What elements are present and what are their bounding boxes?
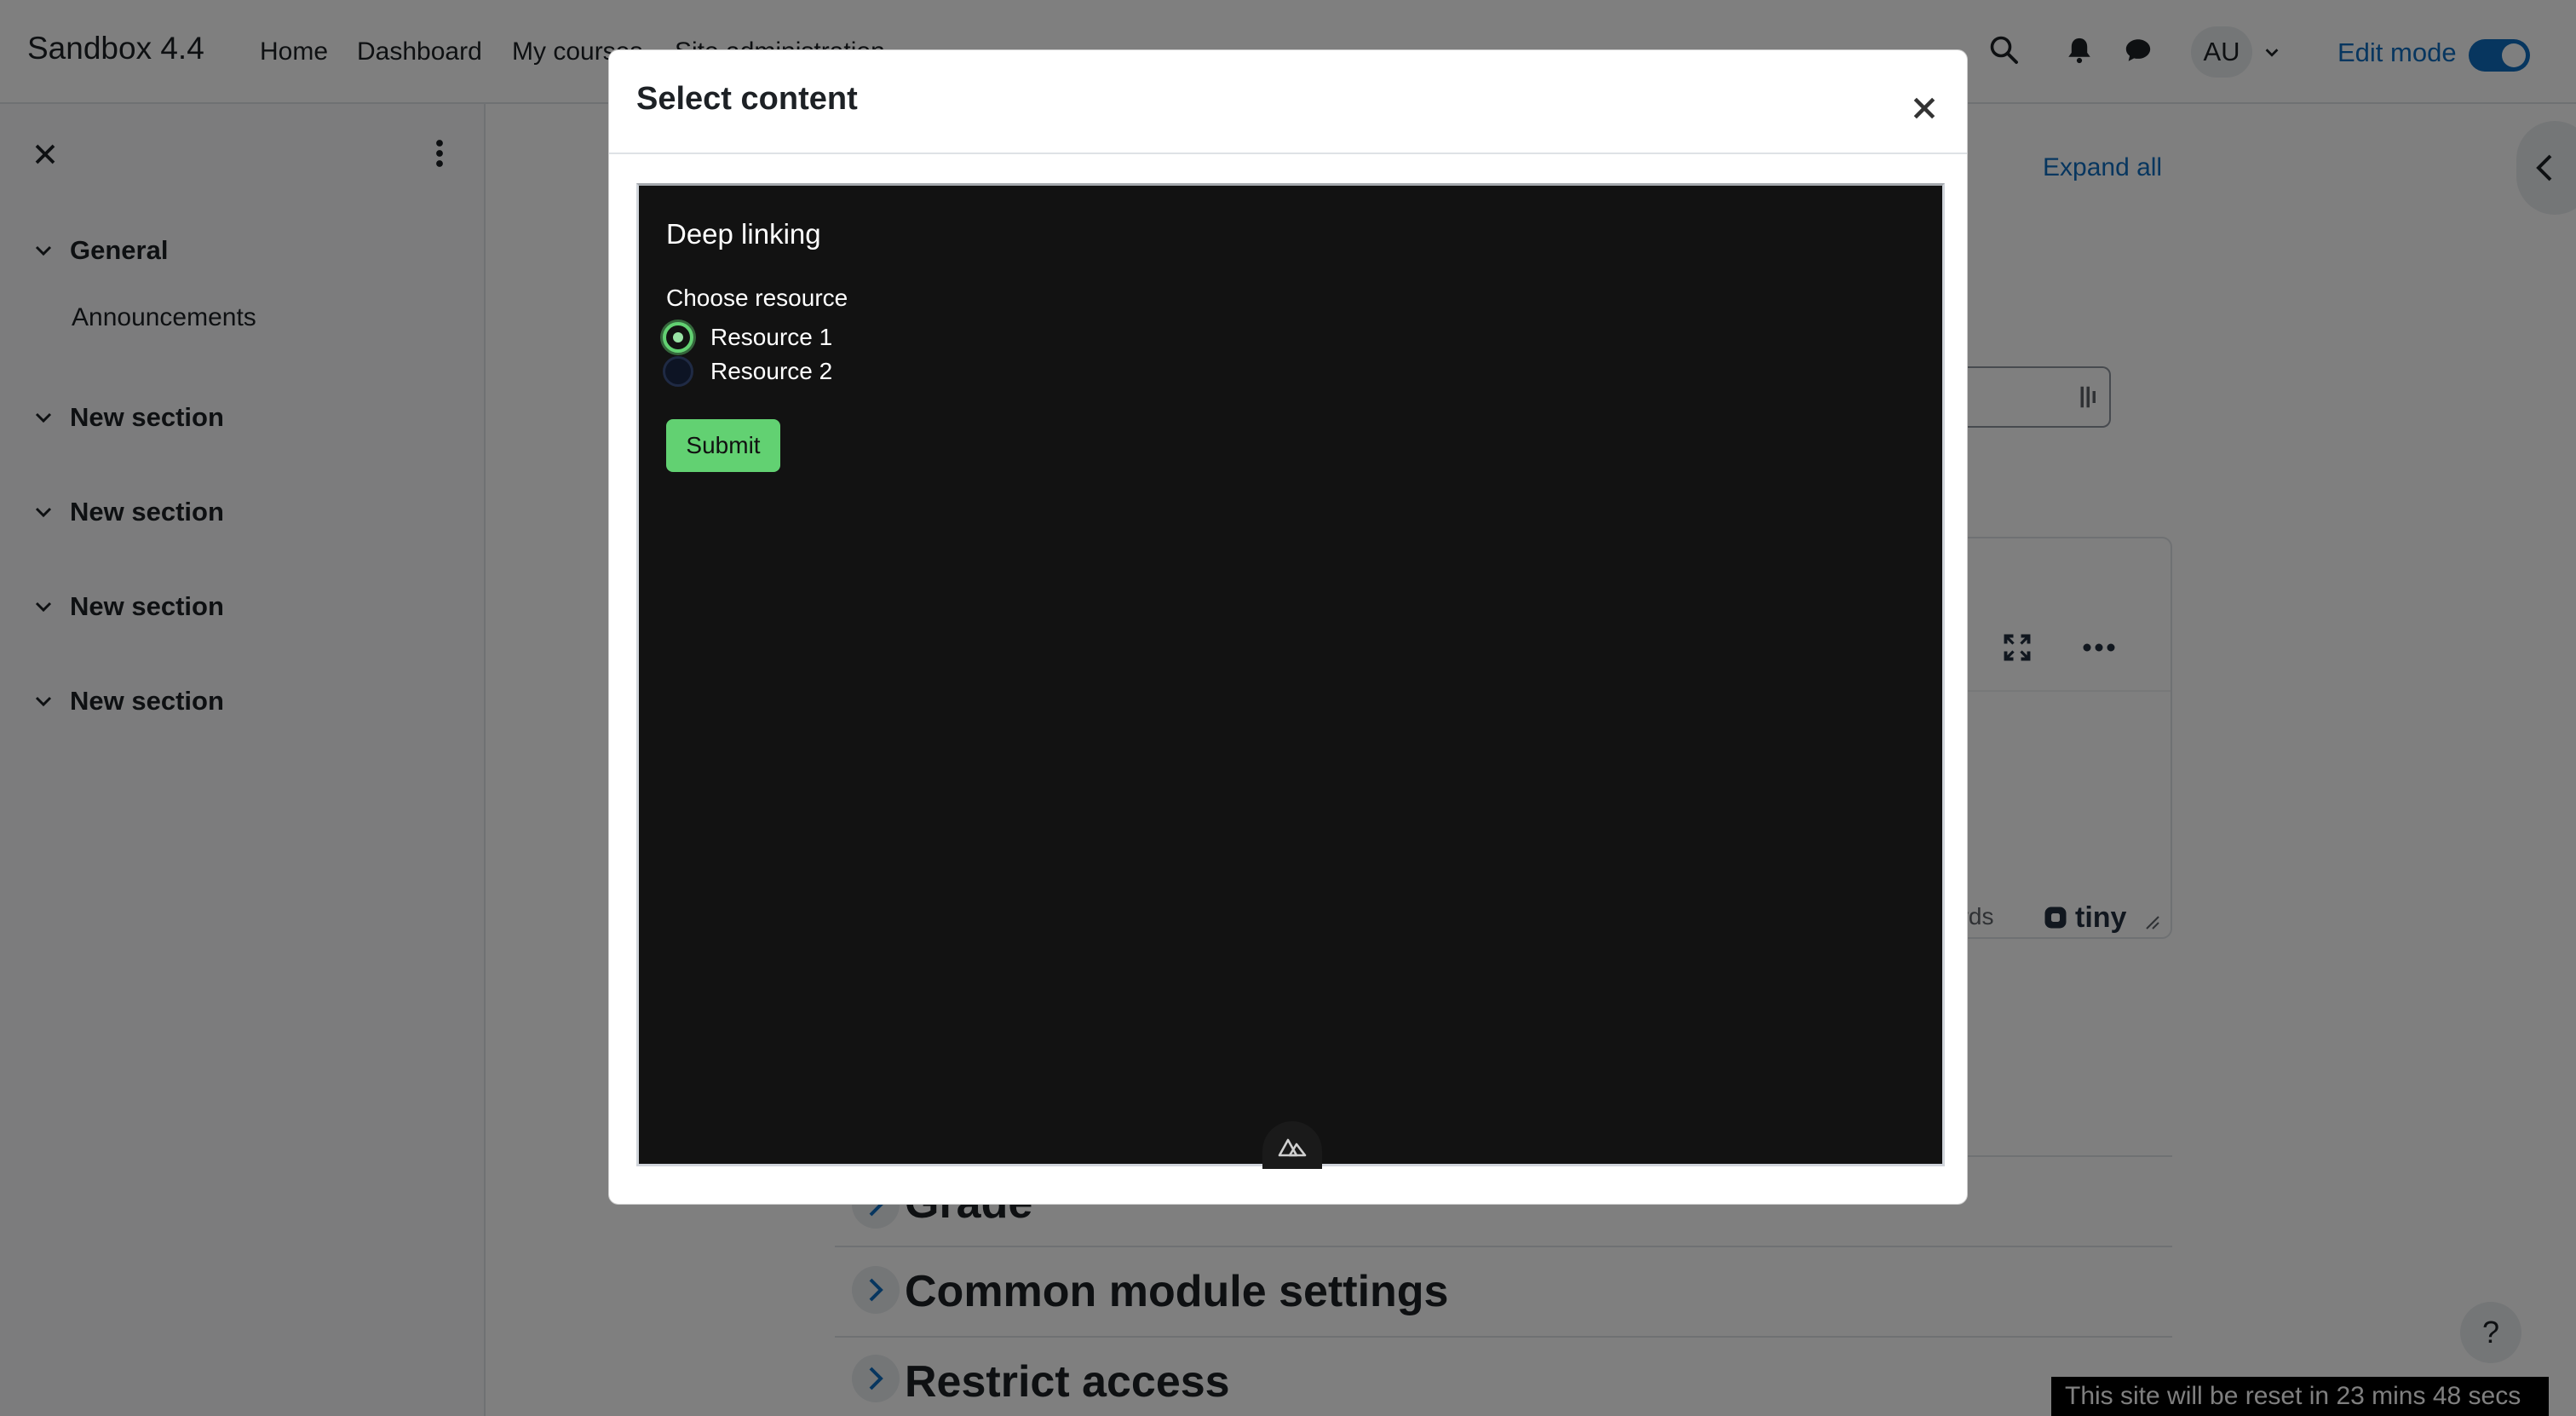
resource-1-radio[interactable] xyxy=(663,322,693,353)
nuxt-devtools-button[interactable] xyxy=(1262,1121,1322,1169)
submit-button[interactable]: Submit xyxy=(666,419,780,472)
resource-2-label[interactable]: Resource 2 xyxy=(710,354,832,389)
deep-linking-heading: Deep linking xyxy=(666,218,821,250)
modal-header: Select content xyxy=(609,50,1967,154)
nuxt-logo-icon xyxy=(1278,1138,1307,1157)
resource-1-label[interactable]: Resource 1 xyxy=(710,320,832,354)
resource-2-radio[interactable] xyxy=(663,356,693,387)
close-icon[interactable] xyxy=(1911,95,1938,122)
modal-title: Select content xyxy=(636,81,858,117)
deep-linking-frame: Deep linking Choose resource Resource 1 … xyxy=(636,183,1945,1169)
select-content-modal: Select content Deep linking Choose resou… xyxy=(608,49,1968,1205)
choose-resource-legend: Choose resource xyxy=(666,285,848,311)
